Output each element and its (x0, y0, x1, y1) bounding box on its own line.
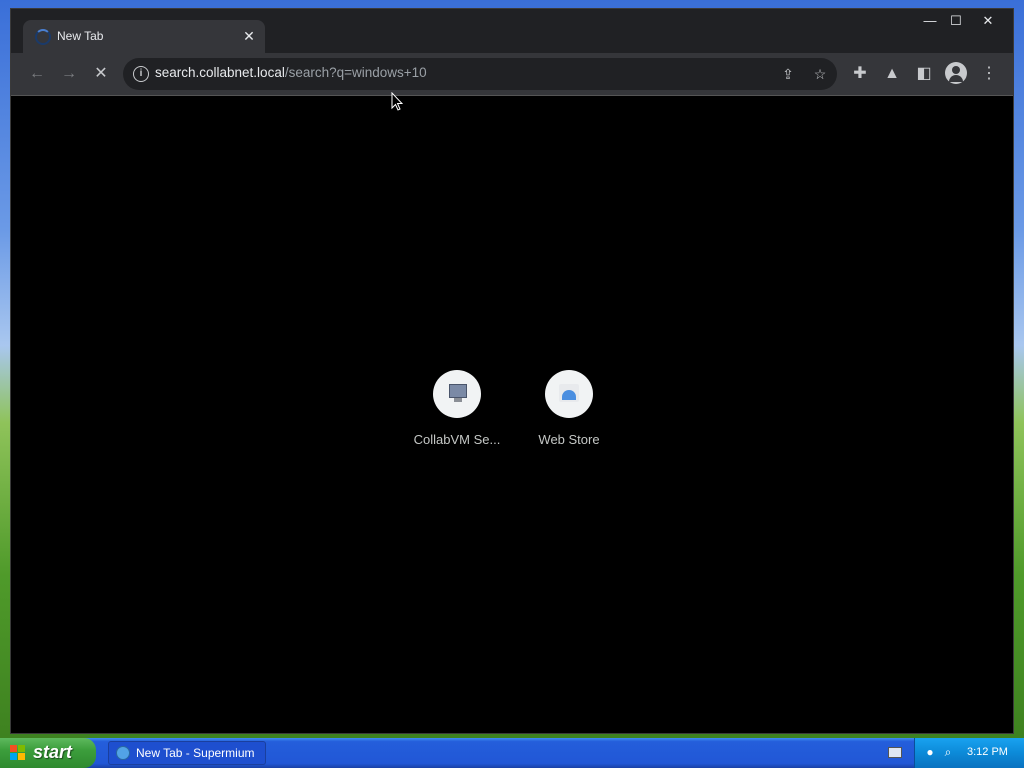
windows-logo-icon (10, 745, 26, 761)
back-button[interactable]: ← (25, 62, 49, 86)
url-text[interactable]: search.collabnet.local/search?q=windows+… (155, 65, 427, 80)
web-store-icon (559, 384, 579, 402)
profile-avatar-icon[interactable] (945, 62, 967, 84)
network-tray-icon[interactable]: ● (923, 745, 937, 759)
shortcut-label: CollabVM Se... (413, 432, 501, 447)
share-icon[interactable]: ⇪ (777, 63, 799, 85)
shortcut-web-store[interactable]: Web Store (513, 370, 625, 447)
computer-icon (449, 384, 467, 402)
tab-close-icon[interactable]: ✕ (239, 26, 259, 46)
browser-app-icon (116, 746, 130, 760)
taskbar-button-browser[interactable]: New Tab - Supermium (108, 741, 266, 765)
start-button[interactable]: start (0, 738, 96, 768)
labs-flask-icon[interactable]: ▲ (880, 62, 904, 86)
system-tray: ● ⌕ 3:12 PM (914, 738, 1024, 768)
shortcut-icon-circle (433, 370, 481, 418)
maximize-button[interactable]: ☐ (941, 11, 971, 31)
taskbar: start New Tab - Supermium ● ⌕ 3:12 PM (0, 738, 1024, 768)
close-window-button[interactable]: ✕ (973, 11, 1003, 31)
shortcut-collabvm[interactable]: CollabVM Se... (401, 370, 513, 447)
title-bar: New Tab ✕ — ☐ ✕ (11, 9, 1013, 53)
address-bar[interactable]: i search.collabnet.local/search?q=window… (123, 58, 837, 90)
taskbar-button-label: New Tab - Supermium (136, 746, 255, 760)
search-tray-icon[interactable]: ⌕ (941, 745, 955, 759)
side-panel-icon[interactable]: ◧ (912, 62, 936, 86)
mouse-cursor-icon (391, 92, 403, 111)
menu-kebab-icon[interactable]: ⋮ (977, 62, 1001, 86)
tab-new-tab[interactable]: New Tab ✕ (23, 20, 265, 53)
forward-button[interactable]: → (57, 62, 81, 86)
clock: 3:12 PM (967, 746, 1008, 758)
browser-window: New Tab ✕ — ☐ ✕ ← → ✕ i search.collabnet… (10, 8, 1014, 734)
bookmark-star-icon[interactable]: ☆ (809, 63, 831, 85)
site-info-icon[interactable]: i (133, 66, 149, 82)
shortcut-label: Web Store (538, 432, 600, 447)
url-path: /search?q=windows+10 (284, 65, 427, 80)
browser-toolbar: ← → ✕ i search.collabnet.local/search?q=… (11, 53, 1013, 96)
keyboard-layout-icon[interactable] (888, 747, 902, 758)
loading-spinner-icon (35, 29, 51, 45)
shortcut-icon-circle (545, 370, 593, 418)
extensions-icon[interactable]: ✚ (848, 62, 872, 86)
url-host: search.collabnet.local (155, 65, 285, 80)
start-label: start (33, 742, 73, 762)
tab-title: New Tab (57, 29, 104, 43)
stop-loading-button[interactable]: ✕ (89, 62, 113, 86)
